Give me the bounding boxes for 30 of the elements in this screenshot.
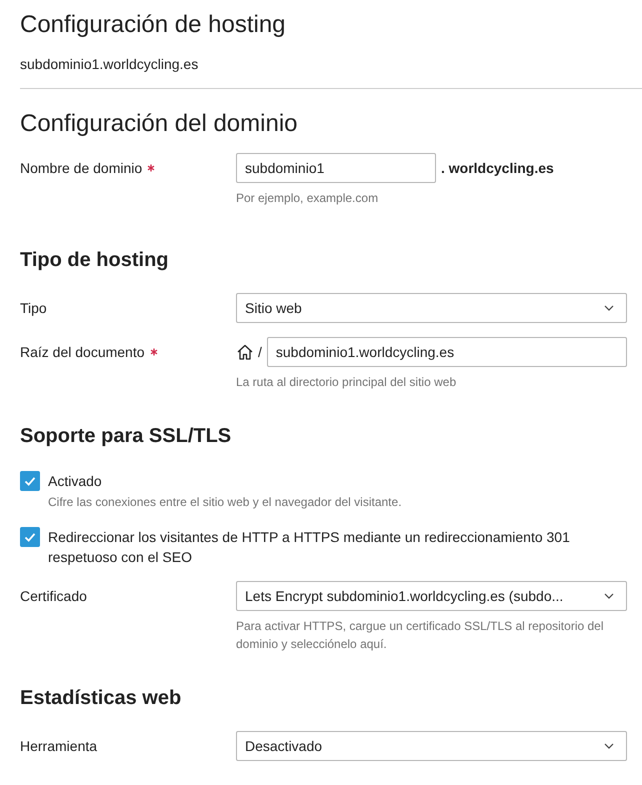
section-heading: Configuración del dominio: [20, 109, 298, 139]
path-input[interactable]: subdominio1.worldcycling.es: [266, 337, 627, 367]
path-separator: /: [258, 344, 262, 360]
checkbox-label: Activado: [48, 472, 103, 491]
field-label: Tipo: [20, 300, 47, 316]
field-label: Raíz del documento: [20, 344, 145, 360]
caret-icon: [604, 743, 614, 749]
field-label: Nombre de dominio: [20, 160, 142, 176]
select-field[interactable]: Lets Encrypt subdominio1.worldcycling.es (subdo...: [236, 581, 627, 611]
field-hint: Para activar HTTPS, cargue un certificado SSL/TLS al repositorio del dominio y selecciónelo aquí.: [236, 618, 604, 653]
checkbox[interactable]: [20, 471, 40, 491]
domain-suffix: . worldcycling.es: [441, 160, 554, 176]
select-field[interactable]: Sitio web: [236, 293, 627, 323]
domain-input[interactable]: subdominio1: [236, 153, 436, 183]
field-hint: La ruta al directorio principal del sitio web: [236, 374, 458, 391]
page-subtitle: subdominio1.worldcycling.es: [20, 56, 200, 72]
checkbox[interactable]: [20, 527, 40, 547]
field-hint: Por ejemplo, example.com: [236, 190, 380, 207]
page-title: Configuración de hosting: [20, 10, 287, 40]
field-label: Certificado: [20, 588, 87, 604]
section-heading: Tipo de hosting: [20, 248, 170, 273]
field-label: Herramienta: [20, 738, 98, 754]
select-field[interactable]: Desactivado: [236, 731, 627, 761]
caret-icon: [604, 593, 614, 599]
home-icon: [236, 343, 254, 361]
field-hint: Cifre las conexiones entre el sitio web y el navegador del visitante.: [48, 494, 402, 511]
caret-icon: [604, 305, 614, 311]
checkbox-label: Redireccionar los visitantes de HTTP a HTTPS mediante un redireccionamiento 301 respetuoso con el SEO: [48, 528, 571, 567]
section-heading: Soporte para SSL/TLS: [20, 424, 232, 449]
section-heading: Estadísticas web: [20, 686, 182, 711]
